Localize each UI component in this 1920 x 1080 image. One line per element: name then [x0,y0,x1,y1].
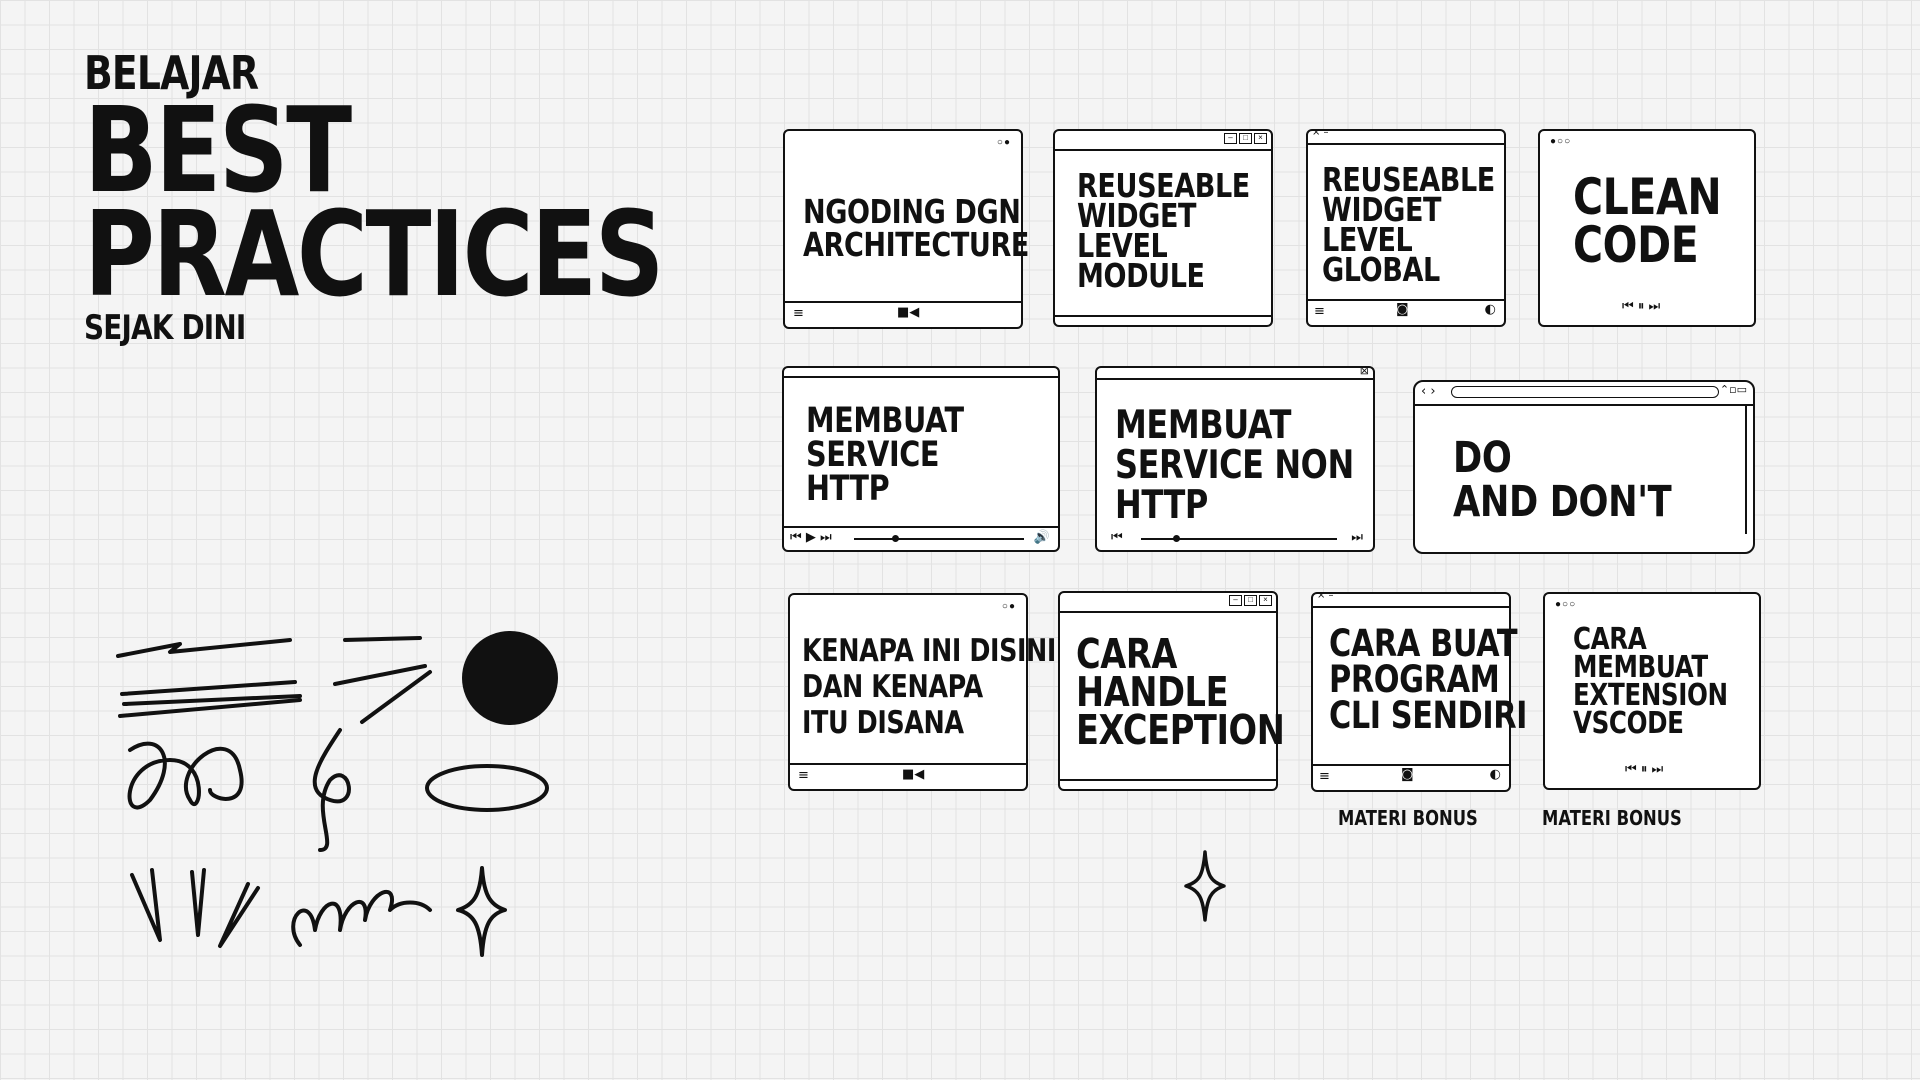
card-clean-code[interactable]: ●○○ CLEAN CODE ⏮ ⏸ ⏭ [1538,129,1756,327]
card-membuat-service-http[interactable]: MEMBUAT SERVICE HTTP ⏮ ▶ ⏭ 🔊 [782,366,1060,552]
card-reuseable-widget-global[interactable]: × – REUSEABLE WIDGET LEVEL GLOBAL ≡ ◙ ◐ [1306,127,1506,327]
video-camera-icon[interactable]: ■◀ [897,305,919,320]
card-cara-buat-program-cli[interactable]: × – CARA BUAT PROGRAM CLI SENDIRI ≡ ◙ ◐ [1311,590,1527,792]
hamburger-icon[interactable]: ≡ [793,306,804,321]
card-cara-handle-exception[interactable]: – □ × CARA HANDLE EXCEPTION [1058,591,1285,791]
card-title: CARA MEMBUAT EXTENSION VSCODE [1573,622,1728,741]
window-buttons: – □ × [1224,133,1267,144]
card-addressbar: ‹ › ⌃▫▭ [1415,382,1753,406]
card-footer: ≡ ■◀ [790,763,1026,789]
minimize-icon[interactable]: – [1229,595,1242,606]
window-buttons: – □ × [1229,595,1272,606]
card-title: REUSEABLE WIDGET LEVEL MODULE [1077,166,1250,295]
card-footer [1055,315,1271,325]
progress-knob[interactable] [892,535,899,542]
close-icon[interactable]: × [1254,133,1267,144]
progress-track[interactable] [1141,538,1337,540]
media-controls[interactable]: ⏮ ⏸ ⏭ [1622,299,1660,314]
card-title: NGODING DGN ARCHITECTURE [803,192,1029,264]
sparkle-left [456,866,507,957]
skip-back-icon[interactable]: ⏮ [1111,530,1123,545]
camera-icon[interactable]: ◙ [1401,767,1414,782]
hamburger-icon[interactable]: ≡ [798,768,809,783]
loop-squiggle [127,741,244,810]
zigzag-line-1 [116,638,292,658]
progress-knob[interactable] [1173,535,1180,542]
progress-track[interactable] [854,538,1024,540]
card-reuseable-widget-module[interactable]: – □ × REUSEABLE WIDGET LEVEL MODULE [1053,129,1273,327]
title-line-practices: PRACTICES [84,185,664,323]
card-title: REUSEABLE WIDGET LEVEL GLOBAL [1322,160,1495,289]
card-footer: ≡ ◙ ◐ [1313,764,1509,790]
dash-line-1 [343,636,422,642]
card-footer [1060,779,1276,789]
video-camera-icon[interactable]: ■◀ [902,767,924,782]
card-titlebar: – □ × [1060,593,1276,613]
camera-icon[interactable]: ◙ [1396,302,1409,317]
doodles [116,631,558,957]
card-title: KENAPA INI DISINI DAN KENAPA ITU DISANA [802,633,1056,741]
card-titlebar: × – [1313,590,1509,608]
card-titlebar [784,368,1058,378]
card-titlebar: × – [1308,127,1504,145]
window-dots-icon: ○● [1001,601,1016,612]
close-icon[interactable]: ⊠ [1360,364,1369,377]
card-titlebar: ⊠ [1097,364,1373,380]
card-footer: ≡ ■◀ [785,301,1021,327]
minimize-icon[interactable]: – [1224,133,1237,144]
card-title: DO AND DON'T [1453,433,1672,527]
spike-3 [218,882,260,948]
card-footer: ≡ ◙ ◐ [1308,299,1504,325]
card-footer: ⏮ ⏭ [1097,530,1373,550]
card-title: CARA HANDLE EXCEPTION [1076,630,1285,754]
card-footer: ⏮ ▶ ⏭ 🔊 [784,526,1058,550]
spike-1 [130,868,162,942]
dash-line-2 [333,664,432,724]
zigzag-line-2 [118,680,302,718]
close-icon[interactable]: × – [1317,590,1334,601]
nav-arrows-icon[interactable]: ‹ › [1421,384,1436,399]
play-icon[interactable]: ⏮ ▶ ⏭ [790,530,832,545]
close-icon[interactable]: × [1259,595,1272,606]
spike-2 [190,868,206,937]
bonus-label-cli: MATERI BONUS [1338,806,1478,830]
close-icon[interactable]: × – [1312,127,1329,138]
sparkle-icon [1184,850,1226,922]
title-block: BELAJAR BEST PRACTICES SEJAK DINI [84,48,664,348]
bonus-label-vscode: MATERI BONUS [1542,806,1682,830]
hamburger-icon[interactable]: ≡ [1319,769,1330,784]
window-dots-icon: ●○○ [1555,599,1577,610]
filled-circle [462,631,558,725]
maximize-icon[interactable]: □ [1239,133,1252,144]
media-controls[interactable]: ⏮ ⏸ ⏭ [1625,762,1663,777]
address-field[interactable] [1451,386,1719,398]
window-dots-icon: ●○○ [1550,136,1572,147]
window-controls-icon[interactable]: ⌃▫▭ [1720,383,1747,396]
loop-coil [291,889,432,947]
card-do-and-dont[interactable]: ‹ › ⌃▫▭ DO AND DON'T [1413,380,1755,554]
maximize-icon[interactable]: □ [1244,595,1257,606]
card-membuat-service-non-http[interactable]: ⊠ MEMBUAT SERVICE NON HTTP ⏮ ⏭ [1095,364,1375,552]
card-cara-membuat-extension-vscode[interactable]: ●○○ CARA MEMBUAT EXTENSION VSCODE ⏮ ⏸ ⏭ [1543,592,1761,790]
card-title: MEMBUAT SERVICE HTTP [806,401,964,509]
scrollbar[interactable] [1745,404,1753,534]
card-ngoding-architecture[interactable]: ○● NGODING DGN ARCHITECTURE ≡ ■◀ [783,129,1029,329]
card-title: CARA BUAT PROGRAM CLI SENDIRI [1329,622,1528,737]
card-title: CLEAN CODE [1573,168,1722,274]
card-title: MEMBUAT SERVICE NON HTTP [1115,403,1354,528]
s-squiggle [312,728,351,852]
window-dots-icon: ○● [996,137,1011,148]
card-titlebar: – □ × [1055,131,1271,151]
hamburger-icon[interactable]: ≡ [1314,304,1325,319]
card-kenapa-ini-disini[interactable]: ○● KENAPA INI DISINI DAN KENAPA ITU DISA… [788,593,1056,791]
toggle-icon[interactable]: ◐ [1485,302,1496,317]
ellipse-outline [425,764,549,812]
volume-icon[interactable]: 🔊 [1034,530,1050,545]
skip-forward-icon[interactable]: ⏭ [1351,530,1363,545]
toggle-icon[interactable]: ◐ [1490,767,1501,782]
